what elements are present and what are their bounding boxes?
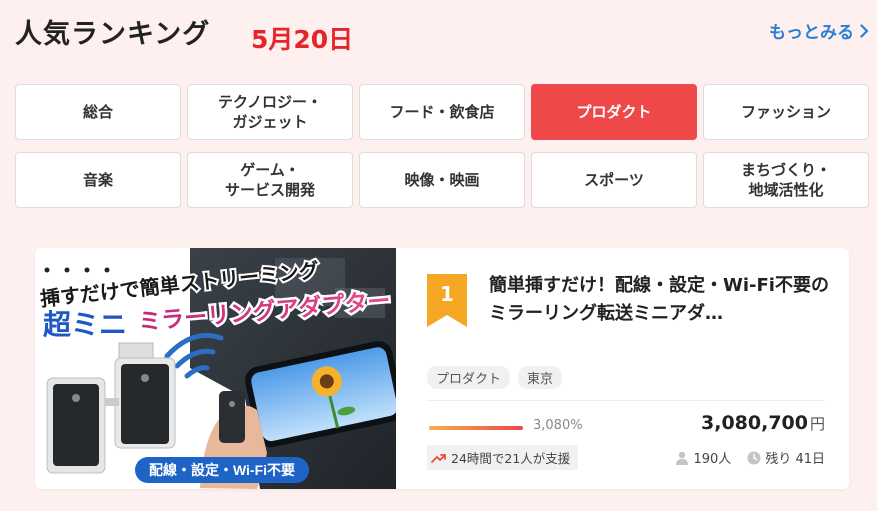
progress-bar-fill: [429, 426, 523, 430]
category-tab-game[interactable]: ゲーム・ サービス開発: [187, 152, 353, 208]
project-title[interactable]: 簡単挿すだけ！配線・設定・Wi-Fi不要のミラーリング転送ミニアダ…: [489, 272, 829, 328]
category-tab-film[interactable]: 映像・映画: [359, 152, 525, 208]
category-tab-technology[interactable]: テクノロジー・ ガジェット: [187, 84, 353, 140]
category-label: ファッション: [740, 102, 831, 121]
amount-value: 3,080,700: [701, 412, 808, 434]
category-tab-product[interactable]: プロダクト: [531, 84, 697, 140]
trending-up-icon: [431, 453, 446, 463]
project-tags: プロダクト 東京: [427, 366, 563, 389]
page-title: 人気ランキング: [15, 19, 211, 50]
category-tabs: 総合 テクノロジー・ ガジェット フード・飲食店 プロダクト ファッション 音楽…: [15, 84, 869, 208]
rank-number: 1: [440, 282, 454, 306]
category-tab-music[interactable]: 音楽: [15, 152, 181, 208]
divider: [427, 400, 825, 401]
currency-unit: 円: [809, 415, 825, 433]
ranking-header: 人気ランキング 5月20日 もっとみる: [15, 10, 869, 54]
category-label: スポーツ: [584, 170, 644, 189]
category-tab-sports[interactable]: スポーツ: [531, 152, 697, 208]
progress-percent: 3,080%: [533, 418, 583, 433]
project-thumbnail: 挿すだけで簡単ストリーミング 超ミニ ミラーリングアダプター 配線・設定・Wi-…: [35, 248, 396, 489]
category-tab-overall[interactable]: 総合: [15, 84, 181, 140]
supporter-count: 190人: [693, 452, 732, 467]
category-label: プロダクト: [576, 102, 652, 121]
project-image[interactable]: 挿すだけで簡単ストリーミング 超ミニ ミラーリングアダプター 配線・設定・Wi-…: [35, 248, 396, 489]
category-label: 映像・映画: [404, 170, 480, 189]
clock-icon: [747, 451, 761, 464]
category-label: 音楽: [82, 170, 113, 189]
category-label: テクノロジー・ ガジェット: [217, 92, 323, 131]
tag-category[interactable]: プロダクト: [427, 366, 511, 389]
ranking-date: 5月20日: [251, 25, 354, 54]
project-info: 1 簡単挿すだけ！配線・設定・Wi-Fi不要のミラーリング転送ミニアダ… プロダ…: [427, 248, 829, 489]
person-icon: [676, 451, 689, 465]
project-meta: 190人 残り 41日: [675, 448, 825, 467]
see-more-label: もっとみる: [769, 23, 854, 43]
category-label: 総合: [82, 102, 113, 121]
category-label: フード・飲食店: [389, 102, 495, 121]
see-more-link[interactable]: もっとみる: [769, 18, 869, 43]
trend-label: 24時間で21人が支援: [451, 451, 571, 466]
category-label: まちづくり・ 地域活性化: [740, 160, 831, 199]
category-tab-community[interactable]: まちづくり・ 地域活性化: [703, 152, 869, 208]
image-headline-big-1: 超ミニ: [43, 309, 127, 340]
project-card[interactable]: 挿すだけで簡単ストリーミング 超ミニ ミラーリングアダプター 配線・設定・Wi-…: [35, 248, 849, 489]
category-tab-food[interactable]: フード・飲食店: [359, 84, 525, 140]
chevron-right-icon: [860, 23, 869, 38]
funded-amount: 3,080,700 円: [701, 412, 825, 434]
tag-location[interactable]: 東京: [518, 366, 563, 389]
category-label: ゲーム・ サービス開発: [224, 160, 315, 199]
progress-bar: [429, 426, 523, 430]
image-footer-label: 配線・設定・Wi-Fi不要: [149, 462, 295, 478]
category-tab-fashion[interactable]: ファッション: [703, 84, 869, 140]
days-remaining: 残り 41日: [765, 452, 825, 467]
trend-badge: 24時間で21人が支援: [427, 445, 579, 470]
